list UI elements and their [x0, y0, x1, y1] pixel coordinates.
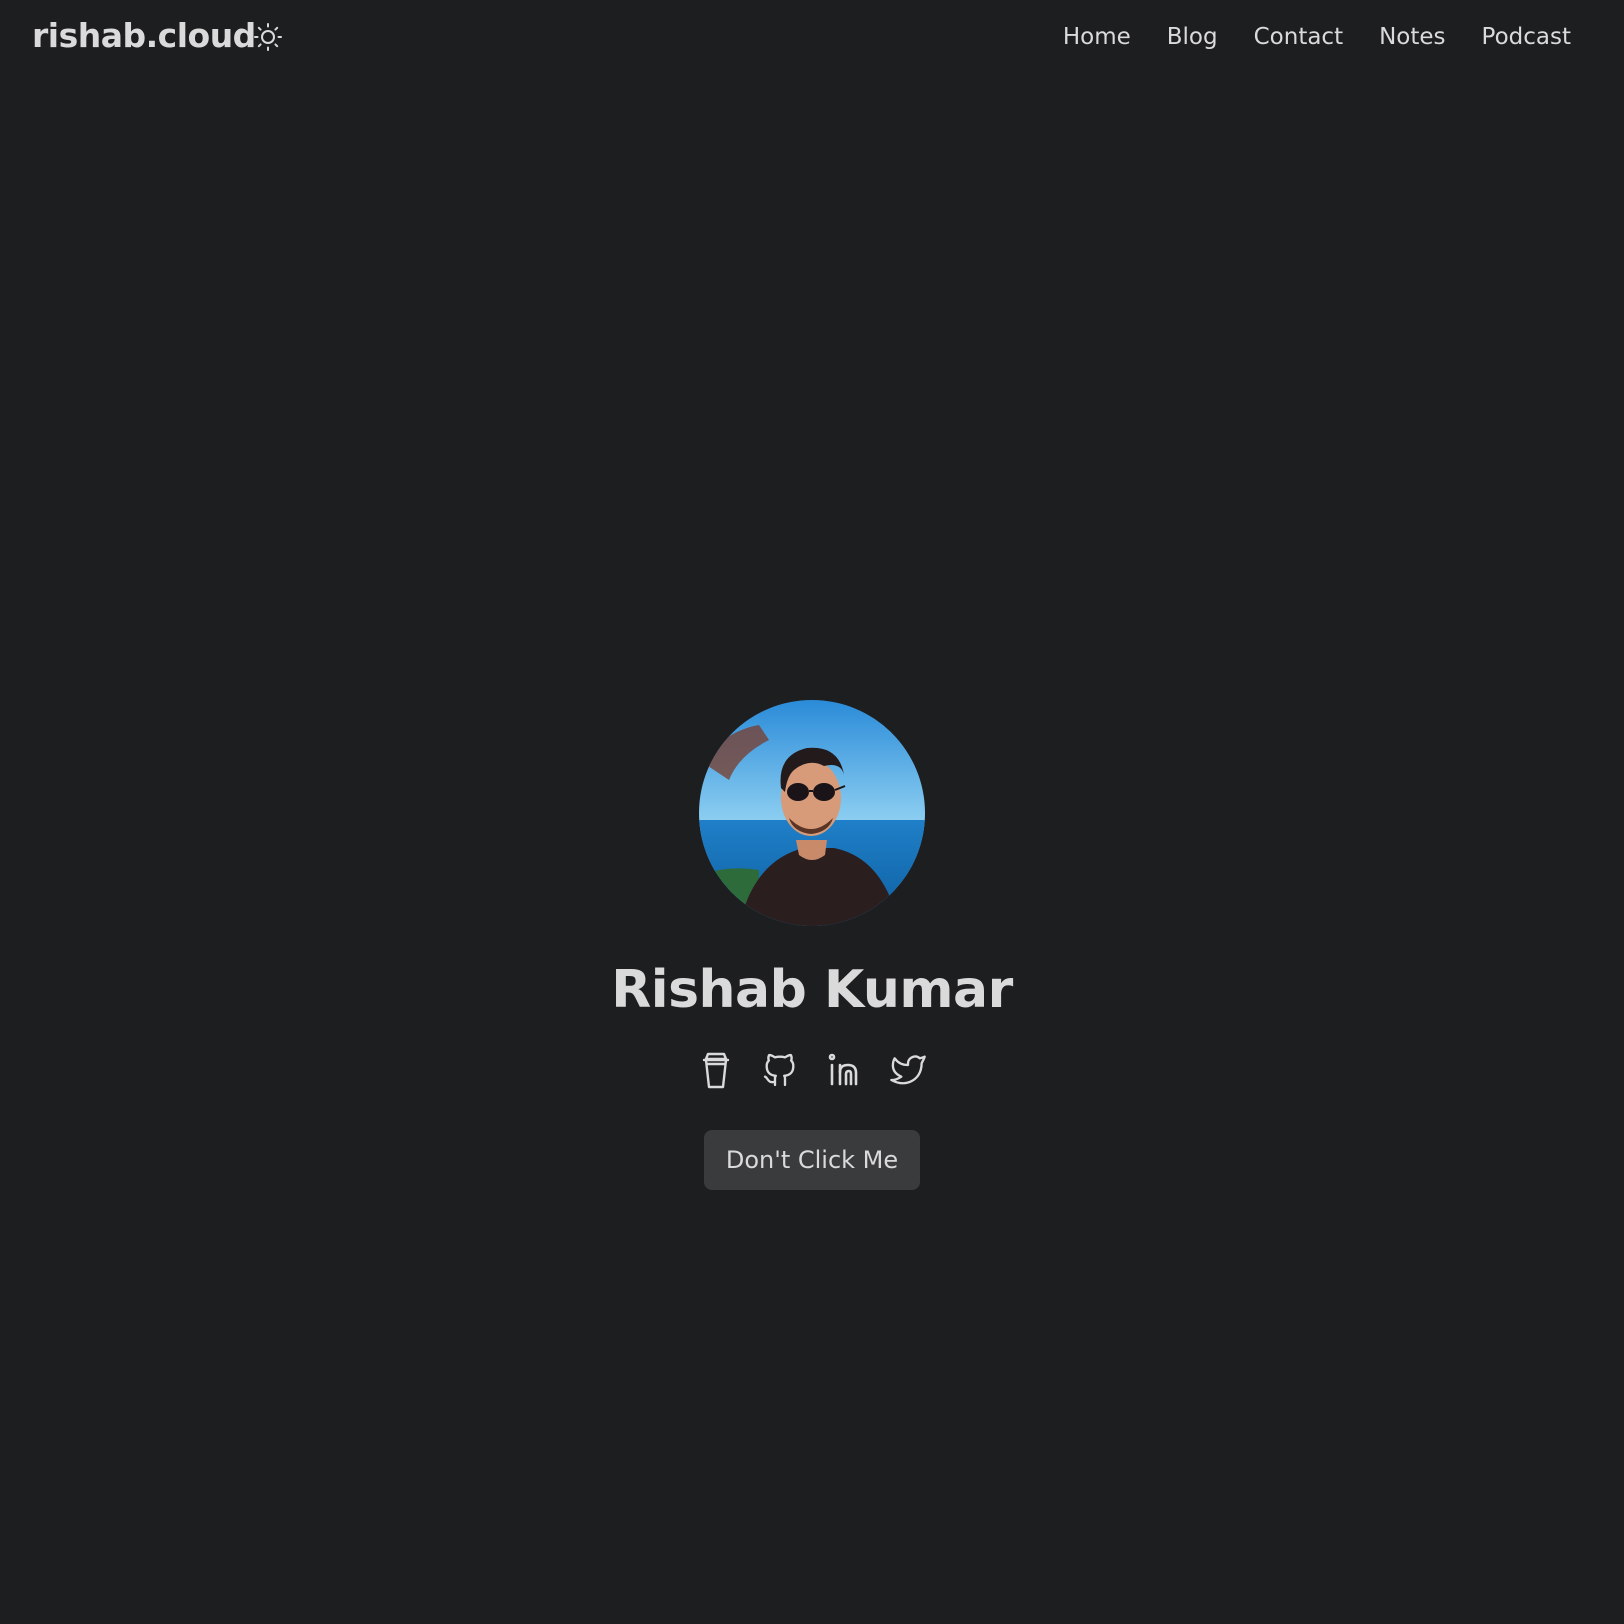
- profile-name: Rishab Kumar: [611, 960, 1013, 1020]
- github-icon: [763, 1053, 795, 1087]
- twitter-icon: [890, 1055, 926, 1085]
- hero-section: Rishab Kumar Don't Click Me: [0, 700, 1624, 1190]
- top-navbar: rishab.cloud Home Blog Contact Notes Pod…: [0, 0, 1624, 76]
- dont-click-me-button[interactable]: Don't Click Me: [704, 1130, 920, 1190]
- profile-avatar: [699, 700, 925, 926]
- theme-toggle-button[interactable]: [253, 22, 283, 52]
- linkedin-icon: [828, 1053, 858, 1086]
- main-nav: Home Blog Contact Notes Podcast: [1063, 20, 1571, 54]
- nav-link-blog[interactable]: Blog: [1167, 20, 1218, 54]
- nav-link-home[interactable]: Home: [1063, 20, 1131, 54]
- social-links: [696, 1050, 928, 1090]
- sun-icon: [254, 23, 282, 51]
- site-logo-link[interactable]: rishab.cloud: [32, 16, 256, 56]
- coffee-link[interactable]: [696, 1050, 736, 1090]
- nav-link-contact[interactable]: Contact: [1254, 20, 1343, 54]
- nav-link-notes[interactable]: Notes: [1379, 20, 1445, 54]
- twitter-link[interactable]: [888, 1050, 928, 1090]
- nav-link-podcast[interactable]: Podcast: [1482, 20, 1571, 54]
- linkedin-link[interactable]: [824, 1050, 864, 1090]
- coffee-cup-icon: [702, 1052, 730, 1089]
- github-link[interactable]: [760, 1050, 800, 1090]
